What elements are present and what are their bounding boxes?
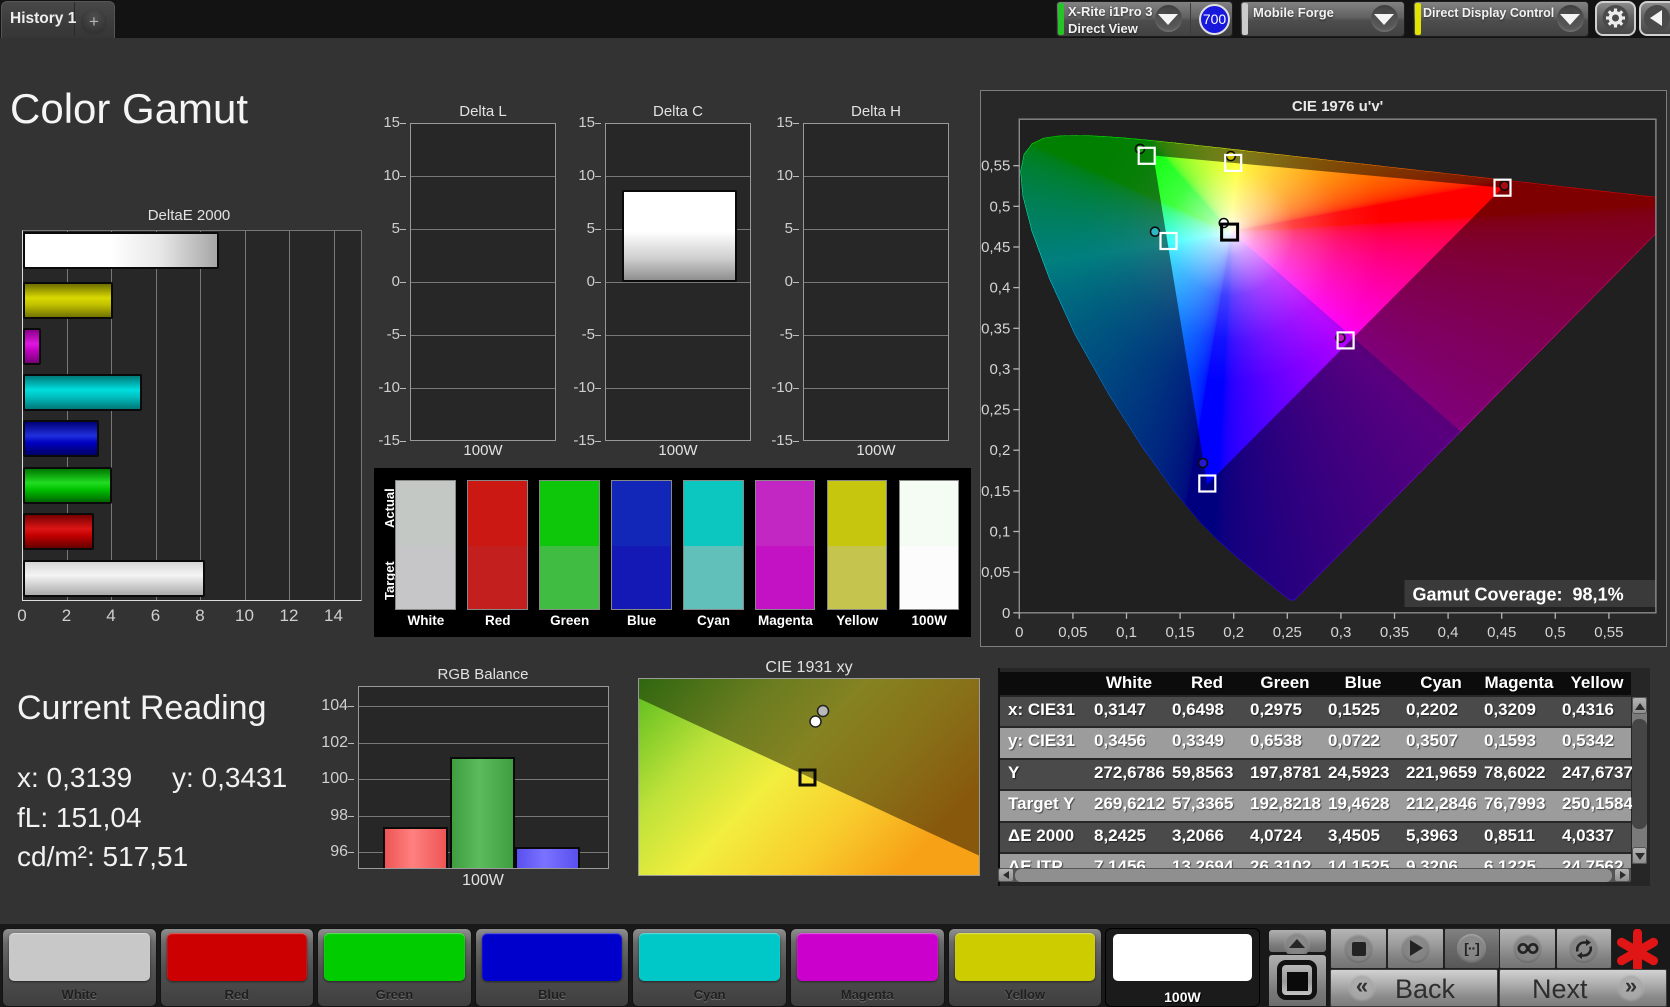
svg-text:0,5: 0,5 [1544,623,1565,640]
svg-text:0: 0 [1001,604,1009,621]
svg-text:0,45: 0,45 [1487,623,1516,640]
svg-text:CIE 1976 u'v': CIE 1976 u'v' [1291,98,1382,115]
svg-text:Gamut Coverage: 98,1%: Gamut Coverage: 98,1% [1412,584,1623,604]
svg-text:0,55: 0,55 [1594,623,1623,640]
svg-text:0,5: 0,5 [989,198,1010,215]
svg-text:0,45: 0,45 [981,239,1010,256]
svg-text:0,15: 0,15 [1165,623,1194,640]
svg-text:0,1: 0,1 [1116,623,1137,640]
svg-text:0,4: 0,4 [989,279,1010,296]
svg-text:0,25: 0,25 [1272,623,1301,640]
svg-text:0,55: 0,55 [981,157,1010,174]
svg-text:0: 0 [1015,623,1023,640]
svg-text:0,05: 0,05 [981,564,1010,581]
svg-text:0,15: 0,15 [981,482,1010,499]
svg-text:0,3: 0,3 [989,360,1010,377]
svg-text:0,35: 0,35 [1379,623,1408,640]
svg-text:0,2: 0,2 [1223,623,1244,640]
svg-text:0,35: 0,35 [981,320,1010,337]
svg-text:0,25: 0,25 [981,401,1010,418]
svg-text:0,05: 0,05 [1058,623,1087,640]
svg-text:0,3: 0,3 [1330,623,1351,640]
svg-text:0,4: 0,4 [1437,623,1458,640]
svg-text:0,1: 0,1 [989,523,1010,540]
svg-text:0,2: 0,2 [989,442,1010,459]
